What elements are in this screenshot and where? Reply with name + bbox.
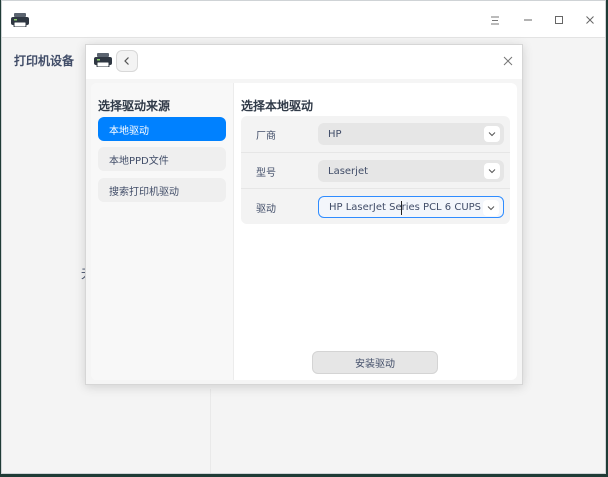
maximize-icon bbox=[555, 16, 563, 24]
driver-label: 驱动 bbox=[256, 204, 276, 215]
model-label: 型号 bbox=[256, 168, 276, 179]
source-item-label: 本地PPD文件 bbox=[109, 155, 169, 167]
form-row-vendor: 厂商 HP bbox=[241, 116, 510, 152]
driver-select[interactable]: HP LaserJet Series PCL 6 CUPS bbox=[318, 196, 504, 218]
minimize-button[interactable] bbox=[517, 9, 539, 31]
title-bar bbox=[2, 1, 605, 38]
model-select[interactable]: Laserjet bbox=[318, 160, 504, 182]
chevron-left-icon bbox=[124, 57, 129, 65]
close-icon bbox=[586, 16, 594, 24]
close-icon bbox=[503, 56, 513, 66]
back-button[interactable] bbox=[116, 50, 138, 72]
source-item-label: 本地驱动 bbox=[109, 125, 149, 137]
driver-source-panel: 选择驱动来源 本地驱动 本地PPD文件 搜索打印机驱动 bbox=[91, 83, 234, 380]
chevron-down-icon bbox=[484, 163, 500, 179]
add-driver-dialog: 选择驱动来源 本地驱动 本地PPD文件 搜索打印机驱动 选择本地驱动 厂商 HP bbox=[85, 44, 523, 385]
vendor-select[interactable]: HP bbox=[318, 123, 504, 145]
source-item-local-driver[interactable]: 本地驱动 bbox=[98, 117, 226, 141]
dialog-close-button[interactable] bbox=[500, 53, 516, 69]
maximize-button[interactable] bbox=[548, 9, 570, 31]
form-row-model: 型号 Laserjet bbox=[241, 152, 510, 188]
vendor-value: HP bbox=[328, 128, 342, 140]
source-panel-title: 选择驱动来源 bbox=[98, 99, 171, 113]
text-cursor bbox=[401, 201, 402, 215]
source-item-local-ppd[interactable]: 本地PPD文件 bbox=[98, 147, 226, 171]
minimize-icon bbox=[524, 19, 532, 21]
chevron-down-icon bbox=[483, 200, 499, 216]
dialog-content: 选择驱动来源 本地驱动 本地PPD文件 搜索打印机驱动 选择本地驱动 厂商 HP bbox=[91, 83, 517, 380]
source-item-search-driver[interactable]: 搜索打印机驱动 bbox=[98, 178, 226, 202]
printer-icon bbox=[11, 13, 29, 27]
model-value: Laserjet bbox=[328, 165, 369, 177]
chevron-down-icon bbox=[484, 126, 500, 142]
driver-panel-title: 选择本地驱动 bbox=[241, 99, 314, 113]
sidebar-title: 打印机设备 bbox=[14, 54, 75, 68]
hamburger-menu-icon[interactable] bbox=[484, 9, 506, 31]
close-button[interactable] bbox=[579, 9, 601, 31]
source-item-label: 搜索打印机驱动 bbox=[109, 186, 179, 198]
form-row-driver: 驱动 HP LaserJet Series PCL 6 CUPS bbox=[241, 188, 510, 224]
divider bbox=[210, 389, 211, 473]
driver-value: HP LaserJet Series PCL 6 CUPS bbox=[329, 201, 482, 213]
driver-form: 厂商 HP 型号 Laserjet 驱动 HP LaserJet Series … bbox=[241, 116, 510, 224]
vendor-label: 厂商 bbox=[256, 131, 276, 142]
printer-icon bbox=[94, 53, 112, 67]
install-driver-button[interactable]: 安装驱动 bbox=[312, 351, 438, 374]
dialog-title-bar bbox=[86, 45, 522, 79]
